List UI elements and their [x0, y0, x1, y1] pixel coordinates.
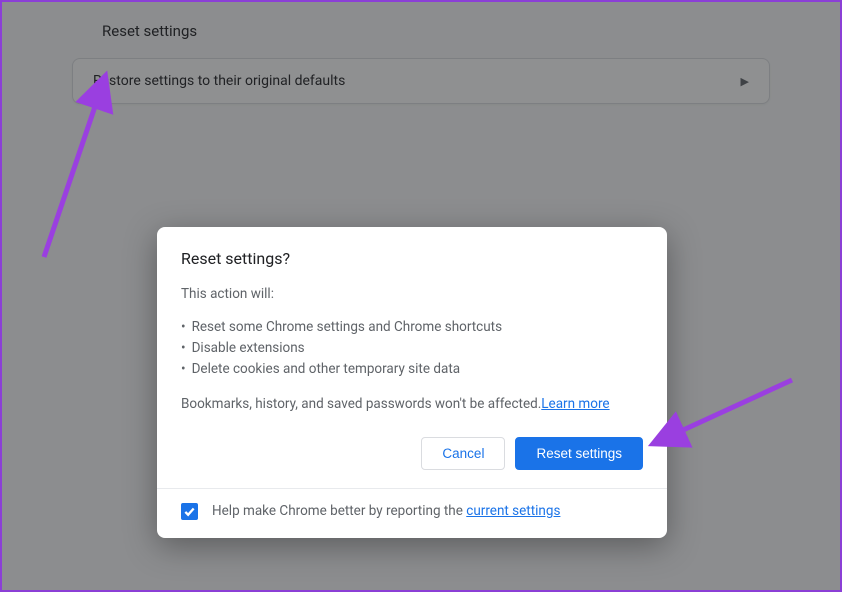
learn-more-link[interactable]: Learn more	[541, 396, 609, 412]
dialog-text: This action will: Reset some Chrome sett…	[181, 284, 643, 415]
viewport: Reset settings Restore settings to their…	[0, 0, 842, 592]
cancel-button[interactable]: Cancel	[421, 437, 505, 470]
current-settings-link[interactable]: current settings	[466, 503, 560, 519]
dialog-note: Bookmarks, history, and saved passwords …	[181, 394, 643, 415]
dialog-title: Reset settings?	[181, 249, 643, 268]
reset-settings-dialog: Reset settings? This action will: Reset …	[157, 227, 667, 538]
dialog-bullet: Delete cookies and other temporary site …	[181, 359, 643, 380]
dialog-list: Reset some Chrome settings and Chrome sh…	[181, 317, 643, 380]
dialog-actions: Cancel Reset settings	[181, 437, 643, 470]
dialog-intro: This action will:	[181, 284, 643, 305]
dialog-footer: Help make Chrome better by reporting the…	[157, 488, 667, 538]
report-settings-checkbox[interactable]	[181, 503, 198, 520]
footer-prefix: Help make Chrome better by reporting the	[212, 503, 466, 519]
reset-settings-button[interactable]: Reset settings	[515, 437, 643, 470]
dialog-bullet: Reset some Chrome settings and Chrome sh…	[181, 317, 643, 338]
dialog-body: Reset settings? This action will: Reset …	[157, 227, 667, 488]
dialog-bullet: Disable extensions	[181, 338, 643, 359]
footer-text: Help make Chrome better by reporting the…	[212, 503, 560, 519]
dialog-note-text: Bookmarks, history, and saved passwords …	[181, 396, 541, 412]
